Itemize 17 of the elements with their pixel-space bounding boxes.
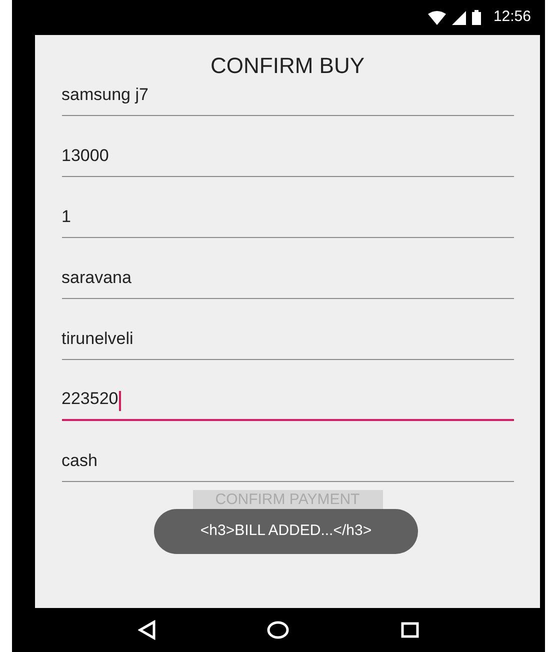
signal-icon: [452, 10, 466, 24]
input-field[interactable]: 1: [62, 177, 514, 238]
input-field[interactable]: 13000: [62, 116, 514, 177]
input-field[interactable]: tirunelveli: [62, 299, 514, 360]
screen-title: CONFIRM BUY: [210, 53, 364, 79]
home-icon[interactable]: [267, 621, 290, 639]
input-field[interactable]: saravana: [62, 238, 514, 299]
battery-icon: [472, 10, 482, 25]
back-icon[interactable]: [138, 620, 156, 640]
input-field[interactable]: cash: [62, 421, 514, 482]
status-time: 12:56: [493, 7, 531, 28]
recents-icon[interactable]: [401, 622, 420, 638]
wifi-icon: [428, 10, 446, 24]
text-cursor: [119, 391, 122, 411]
bill-added-toast: <h3>BILL ADDED...</h3>: [154, 509, 418, 554]
input-field[interactable]: samsung j7: [62, 79, 514, 116]
input-field[interactable]: 223520: [62, 360, 514, 421]
